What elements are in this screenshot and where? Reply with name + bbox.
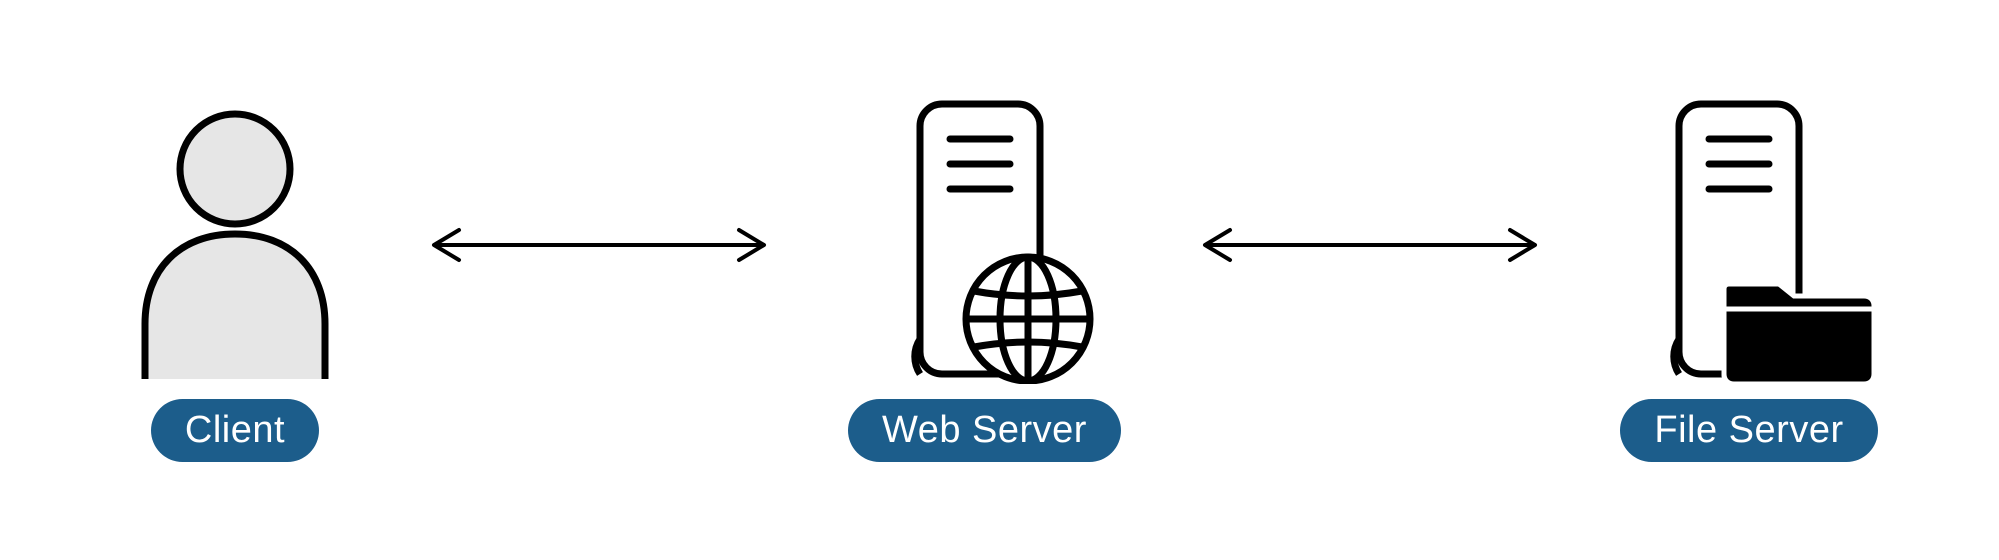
label-file-server: File Server xyxy=(1620,399,1877,462)
node-file-server: File Server xyxy=(1619,99,1879,462)
node-client: Client xyxy=(120,99,350,462)
web-server-icon-wrap xyxy=(860,99,1110,389)
label-client: Client xyxy=(151,399,319,462)
node-web-server: Web Server xyxy=(848,99,1121,462)
label-web-server: Web Server xyxy=(848,399,1121,462)
client-icon-wrap xyxy=(120,99,350,389)
arrow-client-web xyxy=(350,215,848,280)
person-icon xyxy=(120,104,350,389)
file-server-icon xyxy=(1619,94,1879,389)
file-server-icon-wrap xyxy=(1619,99,1879,389)
architecture-diagram: Client xyxy=(0,99,1999,462)
arrow-web-file xyxy=(1121,215,1619,280)
bidirectional-arrow-icon xyxy=(414,215,784,280)
web-server-icon xyxy=(860,94,1110,389)
bidirectional-arrow-icon xyxy=(1185,215,1555,280)
